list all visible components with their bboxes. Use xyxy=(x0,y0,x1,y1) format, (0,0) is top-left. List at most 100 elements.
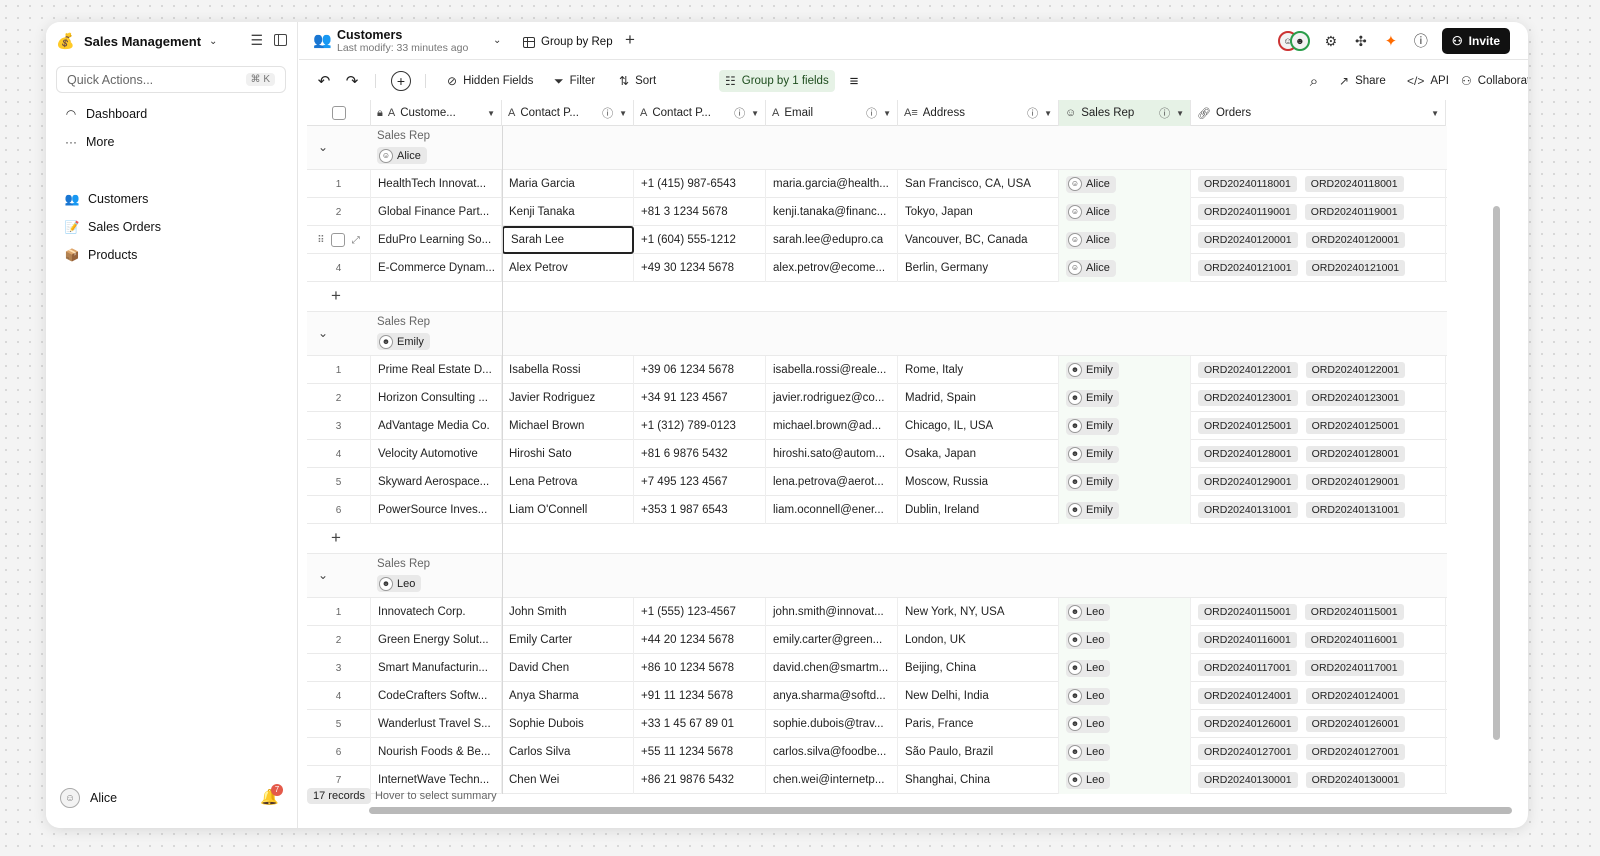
email-cell[interactable]: maria.garcia@health... xyxy=(766,170,898,198)
info-icon[interactable]: ⓘ xyxy=(1027,105,1038,121)
contact-person-cell[interactable]: Liam O'Connell xyxy=(502,496,634,524)
order-link-chip[interactable]: ORD20240121001 xyxy=(1198,260,1298,276)
search-icon[interactable]: ⌕ xyxy=(1303,70,1325,92)
contact-phone-cell[interactable]: +86 10 1234 5678 xyxy=(634,654,766,682)
undo-button[interactable]: ↶ xyxy=(313,70,335,92)
add-record-button[interactable]: + xyxy=(391,71,411,91)
order-link-chip[interactable]: ORD20240125001 xyxy=(1305,418,1406,434)
contact-person-cell[interactable]: Alex Petrov xyxy=(502,254,634,282)
sales-rep-cell[interactable]: ☻ Emily xyxy=(1059,440,1191,468)
group-header[interactable]: ⌄ Sales Rep ☺ Alice xyxy=(307,126,1447,170)
contact-phone-cell[interactable]: +7 495 123 4567 xyxy=(634,468,766,496)
column-header-address[interactable]: A≡ Address ⓘ ▼ xyxy=(898,100,1059,126)
contact-phone-cell[interactable]: +81 3 1234 5678 xyxy=(634,198,766,226)
sidebar-item-products[interactable]: 📦 Products xyxy=(64,245,138,265)
customer-cell[interactable]: Global Finance Part... xyxy=(371,198,502,226)
customer-cell[interactable]: EduPro Learning So... xyxy=(371,226,502,254)
sales-rep-cell[interactable]: ☺ Alice xyxy=(1059,170,1191,198)
sort-button[interactable]: ⇅ Sort xyxy=(619,70,656,92)
contact-phone-cell[interactable]: +1 (555) 123-4567 xyxy=(634,598,766,626)
customer-cell[interactable]: Green Energy Solut... xyxy=(371,626,502,654)
select-all-checkbox[interactable] xyxy=(331,106,346,120)
sidebar-item-customers[interactable]: 👥 Customers xyxy=(64,189,149,209)
address-cell[interactable]: Osaka, Japan xyxy=(898,440,1059,468)
sales-rep-cell[interactable]: ☻ Leo xyxy=(1059,766,1191,794)
order-link-chip[interactable]: ORD20240115001 xyxy=(1304,604,1404,620)
sales-rep-cell[interactable]: ☺ Alice xyxy=(1059,254,1191,282)
email-cell[interactable]: michael.brown@ad... xyxy=(766,412,898,440)
address-cell[interactable]: Shanghai, China xyxy=(898,766,1059,794)
order-link-chip[interactable]: ORD20240121001 xyxy=(1305,260,1406,276)
active-cell-editor[interactable]: Sarah Lee xyxy=(502,226,634,254)
table-row[interactable]: 6 PowerSource Inves... Liam O'Connell +353 … xyxy=(307,496,1447,524)
caret-down-icon[interactable]: ▼ xyxy=(1044,109,1052,118)
contact-person-cell[interactable]: Isabella Rossi xyxy=(502,356,634,384)
chevron-down-icon[interactable]: ⌄ xyxy=(318,568,328,582)
customer-cell[interactable]: HealthTech Innovat... xyxy=(371,170,502,198)
order-link-chip[interactable]: ORD20240130001 xyxy=(1305,772,1406,788)
contact-person-cell[interactable]: Anya Sharma xyxy=(502,682,634,710)
email-cell[interactable]: david.chen@smartm... xyxy=(766,654,898,682)
table-row[interactable]: ⠿ ⤢ EduPro Learning So... Sarah Lee +1 (604)… xyxy=(307,226,1447,254)
caret-down-icon[interactable]: ▼ xyxy=(619,109,627,118)
order-link-chip[interactable]: ORD20240128001 xyxy=(1305,446,1406,462)
address-cell[interactable]: Beijing, China xyxy=(898,654,1059,682)
orders-cell[interactable]: ORD20240123001 ORD20240123001 xyxy=(1191,384,1446,412)
caret-down-icon[interactable]: ▼ xyxy=(487,109,495,118)
horizontal-scrollbar[interactable] xyxy=(369,807,1512,814)
plugin-icon[interactable]: ✣ xyxy=(1352,33,1370,50)
sales-rep-cell[interactable]: ☻ Leo xyxy=(1059,710,1191,738)
address-cell[interactable]: London, UK xyxy=(898,626,1059,654)
vertical-scrollbar[interactable] xyxy=(1493,206,1500,740)
contact-person-cell[interactable]: Maria Garcia xyxy=(502,170,634,198)
orders-cell[interactable]: ORD20240131001 ORD20240131001 xyxy=(1191,496,1446,524)
email-cell[interactable]: liam.oconnell@ener... xyxy=(766,496,898,524)
contact-person-cell[interactable]: David Chen xyxy=(502,654,634,682)
sales-rep-cell[interactable]: ☻ Emily xyxy=(1059,496,1191,524)
address-cell[interactable]: São Paulo, Brazil xyxy=(898,738,1059,766)
customer-cell[interactable]: Wanderlust Travel S... xyxy=(371,710,502,738)
expand-icon[interactable]: ⤢ xyxy=(352,235,360,246)
order-link-chip[interactable]: ORD20240124001 xyxy=(1305,688,1406,704)
address-cell[interactable]: New Delhi, India xyxy=(898,682,1059,710)
sales-rep-cell[interactable]: ☻ Emily xyxy=(1059,384,1191,412)
sidebar-toggle-icon[interactable] xyxy=(274,34,287,46)
table-row[interactable]: 2 Horizon Consulting ... Javier Rodriguez +… xyxy=(307,384,1447,412)
customer-cell[interactable]: Prime Real Estate D... xyxy=(371,356,502,384)
contact-person-cell[interactable]: Michael Brown xyxy=(502,412,634,440)
add-row[interactable]: + xyxy=(307,524,1447,554)
orders-cell[interactable]: ORD20240118001 ORD20240118001 xyxy=(1191,170,1446,198)
order-link-chip[interactable]: ORD20240126001 xyxy=(1305,716,1406,732)
address-cell[interactable]: Madrid, Spain xyxy=(898,384,1059,412)
orders-cell[interactable]: ORD20240128001 ORD20240128001 xyxy=(1191,440,1446,468)
sidebar-item-sales-orders[interactable]: 📝 Sales Orders xyxy=(64,217,161,237)
table-row[interactable]: 4 E-Commerce Dynam... Alex Petrov +49 30 12… xyxy=(307,254,1447,282)
caret-down-icon[interactable]: ▼ xyxy=(883,109,891,118)
table-row[interactable]: 2 Green Energy Solut... Emily Carter +44 20… xyxy=(307,626,1447,654)
order-link-chip[interactable]: ORD20240126001 xyxy=(1198,716,1298,732)
table-row[interactable]: 2 Global Finance Part... Kenji Tanaka +81 3… xyxy=(307,198,1447,226)
sparkle-icon[interactable]: ✦ xyxy=(1382,32,1400,50)
table-row[interactable]: 1 Innovatech Corp. John Smith +1 (555) 123-… xyxy=(307,598,1447,626)
address-cell[interactable]: Tokyo, Japan xyxy=(898,198,1059,226)
sales-rep-cell[interactable]: ☻ Leo xyxy=(1059,682,1191,710)
order-link-chip[interactable]: ORD20240123001 xyxy=(1198,390,1298,406)
column-header-contact-person[interactable]: A Contact P... ⓘ ▼ xyxy=(502,100,634,126)
order-link-chip[interactable]: ORD20240129001 xyxy=(1305,474,1406,490)
order-link-chip[interactable]: ORD20240123001 xyxy=(1305,390,1406,406)
contact-person-cell[interactable]: Carlos Silva xyxy=(502,738,634,766)
group-header[interactable]: ⌄ Sales Rep ☻ Emily xyxy=(307,312,1447,356)
help-icon[interactable]: ⓘ xyxy=(1412,31,1430,51)
add-view-button[interactable]: + xyxy=(619,30,641,52)
order-link-chip[interactable]: ORD20240129001 xyxy=(1198,474,1298,490)
invite-button[interactable]: ⚇ Invite xyxy=(1441,28,1510,54)
contact-person-cell[interactable]: Javier Rodriguez xyxy=(502,384,634,412)
chevron-down-icon[interactable]: ⌄ xyxy=(209,36,217,47)
customer-cell[interactable]: AdVantage Media Co. xyxy=(371,412,502,440)
info-icon[interactable]: ⓘ xyxy=(734,105,745,121)
table-title[interactable]: 👥 Customers Last modify: 33 minutes ago xyxy=(313,29,468,55)
filter-button[interactable]: ⏷ Filter xyxy=(554,70,595,92)
contact-phone-cell[interactable]: +91 11 1234 5678 xyxy=(634,682,766,710)
column-header-orders[interactable]: 🔗︎ Orders ▼ xyxy=(1191,100,1446,126)
sales-rep-cell[interactable]: ☻ Leo xyxy=(1059,738,1191,766)
